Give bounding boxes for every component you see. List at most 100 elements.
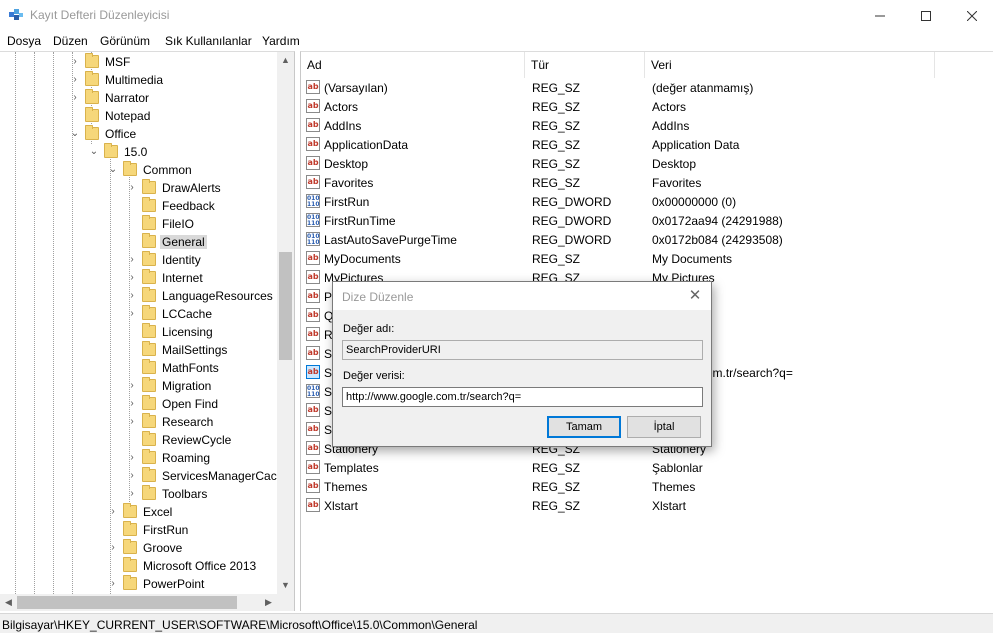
tree-item[interactable]: › PowerPoint bbox=[0, 575, 278, 593]
value-row[interactable]: 010 110 LastAutoSavePurgeTime REG_DWORD 0x0… bbox=[301, 230, 993, 249]
maximize-button[interactable] bbox=[903, 0, 949, 31]
value-name-field[interactable] bbox=[342, 340, 703, 360]
menu-file[interactable]: Dosya bbox=[7, 34, 41, 48]
tree-item[interactable]: › LCCache bbox=[0, 305, 278, 323]
tree-item[interactable]: › ServicesManagerCache bbox=[0, 467, 290, 485]
value-row[interactable]: ab Templates REG_SZ Şablonlar bbox=[301, 458, 993, 477]
tree-item-label: Common bbox=[143, 163, 192, 177]
chevron-down-icon[interactable]: ⌄ bbox=[107, 163, 119, 177]
chevron-right-icon[interactable]: › bbox=[107, 541, 119, 555]
menu-help[interactable]: Yardım bbox=[262, 34, 300, 48]
scroll-up-icon[interactable]: ▲ bbox=[277, 52, 294, 69]
minimize-button[interactable] bbox=[857, 0, 903, 31]
folder-icon bbox=[85, 107, 99, 122]
value-data: My Documents bbox=[652, 252, 733, 266]
tree-item[interactable]: › Toolbars bbox=[0, 485, 278, 503]
menu-view[interactable]: Görünüm bbox=[100, 34, 150, 48]
tree-item[interactable]: FirstRun bbox=[0, 521, 278, 539]
tree-item-label: ReviewCycle bbox=[162, 433, 232, 447]
chevron-right-icon[interactable]: › bbox=[107, 505, 119, 519]
tree-item[interactable]: ⌄ Common bbox=[0, 161, 278, 179]
tree-vertical-scroll-thumb[interactable] bbox=[279, 252, 292, 360]
chevron-right-icon[interactable]: › bbox=[126, 469, 138, 483]
tree-item[interactable]: Notepad bbox=[0, 107, 278, 125]
chevron-right-icon[interactable]: › bbox=[126, 379, 138, 393]
tree-horizontal-scroll-thumb[interactable] bbox=[17, 596, 237, 609]
chevron-right-icon[interactable]: › bbox=[126, 415, 138, 429]
value-row[interactable]: 010 110 FirstRun REG_DWORD 0x00000000 (0) bbox=[301, 192, 993, 211]
value-row[interactable]: ab Desktop REG_SZ Desktop bbox=[301, 154, 993, 173]
dword-value-icon: 010 110 bbox=[306, 384, 320, 398]
ok-button[interactable]: Tamam bbox=[547, 416, 621, 438]
tree-item[interactable]: › Migration bbox=[0, 377, 278, 395]
value-row[interactable]: ab Themes REG_SZ Themes bbox=[301, 477, 993, 496]
chevron-right-icon[interactable]: › bbox=[107, 577, 119, 591]
value-row[interactable]: ab ApplicationData REG_SZ Application Data bbox=[301, 135, 993, 154]
tree-item[interactable]: › Roaming bbox=[0, 449, 278, 467]
scroll-right-icon[interactable]: ▶ bbox=[260, 594, 277, 611]
chevron-right-icon[interactable]: › bbox=[126, 397, 138, 411]
column-header-data[interactable]: Veri bbox=[645, 52, 935, 78]
tree-item[interactable]: › Internet bbox=[0, 269, 278, 287]
chevron-right-icon[interactable]: › bbox=[126, 451, 138, 465]
chevron-down-icon[interactable]: ⌄ bbox=[69, 127, 81, 141]
scroll-corner bbox=[277, 594, 294, 611]
value-row[interactable]: ab Xlstart REG_SZ Xlstart bbox=[301, 496, 993, 515]
tree-item[interactable]: Licensing bbox=[0, 323, 278, 341]
tree-item[interactable]: MathFonts bbox=[0, 359, 278, 377]
value-data-field[interactable] bbox=[342, 387, 703, 407]
chevron-right-icon[interactable]: › bbox=[126, 289, 138, 303]
chevron-right-icon[interactable]: › bbox=[126, 181, 138, 195]
tree-item[interactable]: Microsoft Office 2013 bbox=[0, 557, 278, 575]
tree-item[interactable]: General bbox=[0, 233, 278, 251]
scroll-down-icon[interactable]: ▼ bbox=[277, 577, 294, 594]
tree-item[interactable]: › Open Find bbox=[0, 395, 278, 413]
tree-item[interactable]: Feedback bbox=[0, 197, 278, 215]
value-type: REG_SZ bbox=[532, 176, 581, 190]
value-name: (Varsayılan) bbox=[324, 81, 388, 95]
value-row[interactable]: ab (Varsayılan) REG_SZ (değer atanmamış) bbox=[301, 78, 993, 97]
chevron-right-icon[interactable]: › bbox=[126, 307, 138, 321]
tree-item[interactable]: ReviewCycle bbox=[0, 431, 278, 449]
dialog-close-icon[interactable]: ✕ bbox=[683, 286, 707, 306]
tree-item-label: Internet bbox=[162, 271, 203, 285]
chevron-down-icon[interactable]: ⌄ bbox=[88, 145, 100, 159]
tree-item[interactable]: › MSF bbox=[0, 53, 278, 71]
tree-horizontal-scrollbar[interactable]: ◀ ▶ bbox=[0, 594, 277, 611]
menu-favorites[interactable]: Sık Kullanılanlar bbox=[165, 34, 252, 48]
tree-item[interactable]: › Research bbox=[0, 413, 278, 431]
value-row[interactable]: ab AddIns REG_SZ AddIns bbox=[301, 116, 993, 135]
chevron-right-icon[interactable]: › bbox=[69, 91, 81, 105]
tree-item-label: Research bbox=[162, 415, 214, 429]
menu-edit[interactable]: Düzen bbox=[53, 34, 88, 48]
chevron-right-icon[interactable]: › bbox=[69, 55, 81, 69]
value-row[interactable]: 010 110 FirstRunTime REG_DWORD 0x0172aa94 (… bbox=[301, 211, 993, 230]
tree-item[interactable]: › Narrator bbox=[0, 89, 278, 107]
value-row[interactable]: ab Actors REG_SZ Actors bbox=[301, 97, 993, 116]
tree-item[interactable]: › Multimedia bbox=[0, 71, 278, 89]
chevron-right-icon[interactable]: › bbox=[126, 253, 138, 267]
cancel-button[interactable]: İptal bbox=[627, 416, 701, 438]
value-name: FirstRunTime bbox=[324, 214, 396, 228]
scroll-left-icon[interactable]: ◀ bbox=[0, 594, 17, 611]
tree-item[interactable]: ⌄ 15.0 bbox=[0, 143, 278, 161]
close-button[interactable] bbox=[949, 0, 993, 31]
tree-vertical-scrollbar[interactable]: ▲ ▼ bbox=[277, 52, 294, 594]
column-header-type[interactable]: Tür bbox=[525, 52, 645, 78]
column-header-name[interactable]: Ad bbox=[301, 52, 525, 78]
tree-item[interactable]: MailSettings bbox=[0, 341, 278, 359]
value-row[interactable]: ab Favorites REG_SZ Favorites bbox=[301, 173, 993, 192]
chevron-right-icon[interactable]: › bbox=[69, 73, 81, 87]
tree-item[interactable]: ⌄ Office bbox=[0, 125, 278, 143]
tree-item[interactable]: › Identity bbox=[0, 251, 278, 269]
tree-item[interactable]: › Groove bbox=[0, 539, 278, 557]
folder-icon bbox=[142, 341, 156, 356]
chevron-right-icon[interactable]: › bbox=[126, 487, 138, 501]
tree-item[interactable]: › LanguageResources bbox=[0, 287, 278, 305]
tree-item[interactable]: › DrawAlerts bbox=[0, 179, 278, 197]
chevron-right-icon[interactable]: › bbox=[126, 271, 138, 285]
tree-item[interactable]: FileIO bbox=[0, 215, 278, 233]
tree-item-label: Microsoft Office 2013 bbox=[143, 559, 257, 573]
value-row[interactable]: ab MyDocuments REG_SZ My Documents bbox=[301, 249, 993, 268]
tree-item[interactable]: › Excel bbox=[0, 503, 278, 521]
